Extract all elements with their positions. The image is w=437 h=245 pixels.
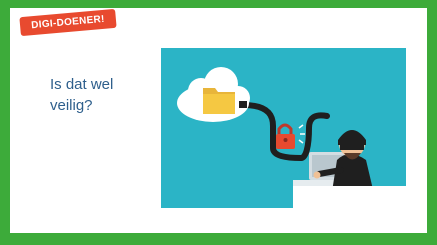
brand-badge: DIGI-DOENER! xyxy=(19,8,117,37)
heading-line-1: Is dat wel xyxy=(50,76,114,93)
cable-plug xyxy=(239,101,247,108)
desk-surface xyxy=(293,186,406,208)
heading-line-2: veilig? xyxy=(50,97,93,114)
security-illustration xyxy=(161,48,406,208)
slide-heading: Is dat wel veilig? xyxy=(50,74,160,116)
